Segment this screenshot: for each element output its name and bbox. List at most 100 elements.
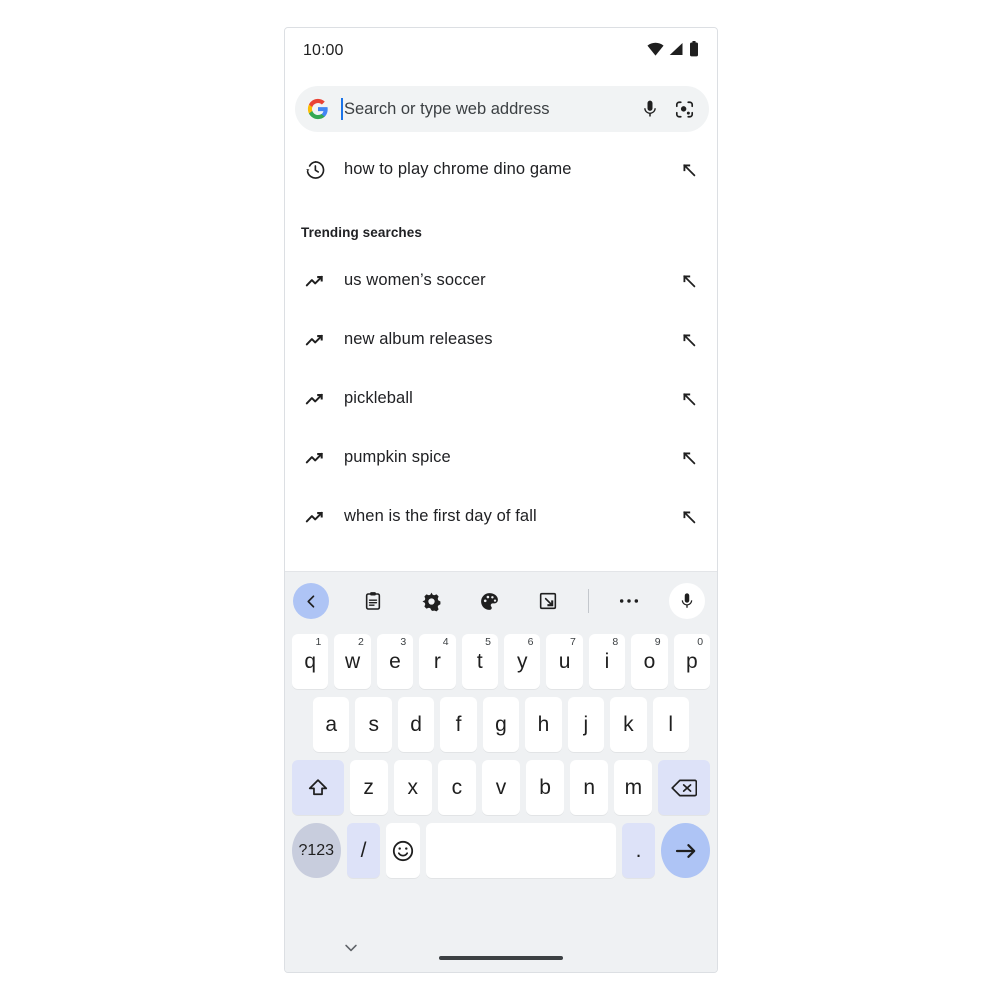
key-v[interactable]: v [481, 760, 521, 815]
key-i[interactable]: 8i [588, 634, 626, 689]
period-key[interactable]: . [621, 823, 656, 878]
gesture-home-bar[interactable] [439, 956, 563, 960]
text-caret [341, 98, 343, 120]
microphone-icon[interactable] [669, 583, 706, 619]
gear-icon[interactable] [413, 583, 449, 619]
key-o[interactable]: 9o [631, 634, 668, 689]
key-number: 4 [442, 636, 449, 648]
keyboard-row-1: 1q 2w 3e 4r 5t 6y 7u 8i 9o 0p [289, 630, 713, 693]
key-label: y [516, 649, 528, 673]
trending-up-icon [301, 506, 329, 528]
emoji-key[interactable] [386, 823, 421, 878]
key-number: 8 [612, 636, 619, 648]
shift-key[interactable] [292, 760, 344, 815]
key-m[interactable]: m [614, 760, 653, 815]
key-label: w [344, 649, 361, 673]
status-bar-clock: 10:00 [303, 42, 344, 59]
append-arrow-icon[interactable] [675, 444, 703, 472]
key-label: p [685, 649, 698, 673]
back-chevron-icon[interactable] [293, 583, 329, 619]
key-s[interactable]: s [355, 697, 392, 752]
key-e[interactable]: 3e [376, 634, 414, 689]
key-t[interactable]: 5t [461, 634, 498, 689]
suggestion-row-trending-3[interactable]: pumpkin spice [285, 428, 717, 487]
key-label: q [304, 649, 317, 673]
suggestion-row-trending-4[interactable]: when is the first day of fall [285, 487, 717, 546]
key-number: 7 [569, 636, 576, 648]
enter-key[interactable] [661, 823, 711, 878]
trending-up-icon [301, 329, 329, 351]
keyboard-row-3: z x c v b n m [289, 756, 713, 819]
suggestion-row-trending-2[interactable]: pickleball [285, 369, 717, 428]
key-z[interactable]: z [349, 760, 388, 815]
append-arrow-icon[interactable] [675, 156, 703, 184]
suggestion-text: pickleball [344, 389, 413, 407]
search-input[interactable]: Search or type web address [341, 86, 626, 132]
more-options-icon[interactable] [611, 583, 647, 619]
key-label: e [389, 649, 401, 673]
space-key[interactable] [426, 823, 616, 878]
symbols-key[interactable]: ?123 [291, 823, 341, 878]
chevron-down-icon[interactable] [337, 934, 365, 962]
key-l[interactable]: l [652, 697, 689, 752]
backspace-icon [671, 779, 698, 796]
key-x[interactable]: x [393, 760, 432, 815]
search-input-placeholder: Search or type web address [344, 99, 550, 118]
key-r[interactable]: 4r [419, 634, 456, 689]
palette-icon[interactable] [471, 583, 507, 619]
backspace-key[interactable] [658, 760, 710, 815]
status-bar: 10:00 [285, 28, 717, 74]
trending-up-icon [301, 447, 329, 469]
voice-search-icon[interactable] [640, 99, 660, 119]
key-q[interactable]: 1q [291, 634, 329, 689]
enter-arrow-icon [675, 843, 696, 858]
keyboard-row-2: a s d f g h j k l [289, 693, 713, 756]
key-number: 6 [527, 636, 534, 648]
key-b[interactable]: b [526, 760, 565, 815]
key-g[interactable]: g [482, 697, 520, 752]
screenshot-canvas: 10:00 Search or type web address how to … [0, 0, 1000, 1000]
key-p[interactable]: 0p [673, 634, 711, 689]
append-arrow-icon[interactable] [675, 326, 703, 354]
status-bar-icons [647, 40, 699, 62]
key-k[interactable]: k [610, 697, 647, 752]
append-arrow-icon[interactable] [675, 267, 703, 295]
key-f[interactable]: f [440, 697, 477, 752]
key-c[interactable]: c [437, 760, 476, 815]
navigation-bar [285, 924, 717, 972]
key-h[interactable]: h [525, 697, 562, 752]
append-arrow-icon[interactable] [675, 503, 703, 531]
keyboard-row-4: ?123 / . [289, 819, 713, 882]
key-y[interactable]: 6y [504, 634, 541, 689]
key-j[interactable]: j [567, 697, 605, 752]
key-label: r [433, 649, 441, 673]
key-label: o [643, 649, 656, 673]
key-w[interactable]: 2w [334, 634, 371, 689]
key-u[interactable]: 7u [546, 634, 583, 689]
slash-key[interactable]: / [346, 823, 381, 878]
section-header-trending: Trending searches [301, 224, 422, 240]
key-number: 3 [400, 636, 407, 648]
clipboard-icon[interactable] [355, 583, 391, 619]
suggestion-text: new album releases [344, 330, 493, 348]
omnibox[interactable]: Search or type web address [295, 86, 709, 132]
keyboard-keys: 1q 2w 3e 4r 5t 6y 7u 8i 9o 0p a s d f g … [285, 630, 717, 882]
key-d[interactable]: d [397, 697, 435, 752]
phone-screen: 10:00 Search or type web address how to … [284, 27, 718, 973]
virtual-keyboard: 1q 2w 3e 4r 5t 6y 7u 8i 9o 0p a s d f g … [285, 571, 717, 972]
key-a[interactable]: a [313, 697, 350, 752]
suggestion-text: when is the first day of fall [344, 507, 537, 525]
suggestion-row-history[interactable]: how to play chrome dino game [285, 140, 717, 199]
suggestion-text: us women’s soccer [344, 271, 486, 289]
suggestion-row-trending-1[interactable]: new album releases [285, 310, 717, 369]
suggestion-text: how to play chrome dino game [344, 160, 572, 178]
cellular-signal-icon [669, 42, 684, 61]
toolbar-divider [587, 589, 589, 613]
suggestion-row-trending-0[interactable]: us women’s soccer [285, 251, 717, 310]
append-arrow-icon[interactable] [675, 385, 703, 413]
key-label: u [558, 649, 571, 673]
google-lens-icon[interactable] [674, 99, 695, 120]
key-label: i [604, 649, 610, 673]
resize-keyboard-icon[interactable] [530, 583, 566, 619]
key-n[interactable]: n [570, 760, 609, 815]
